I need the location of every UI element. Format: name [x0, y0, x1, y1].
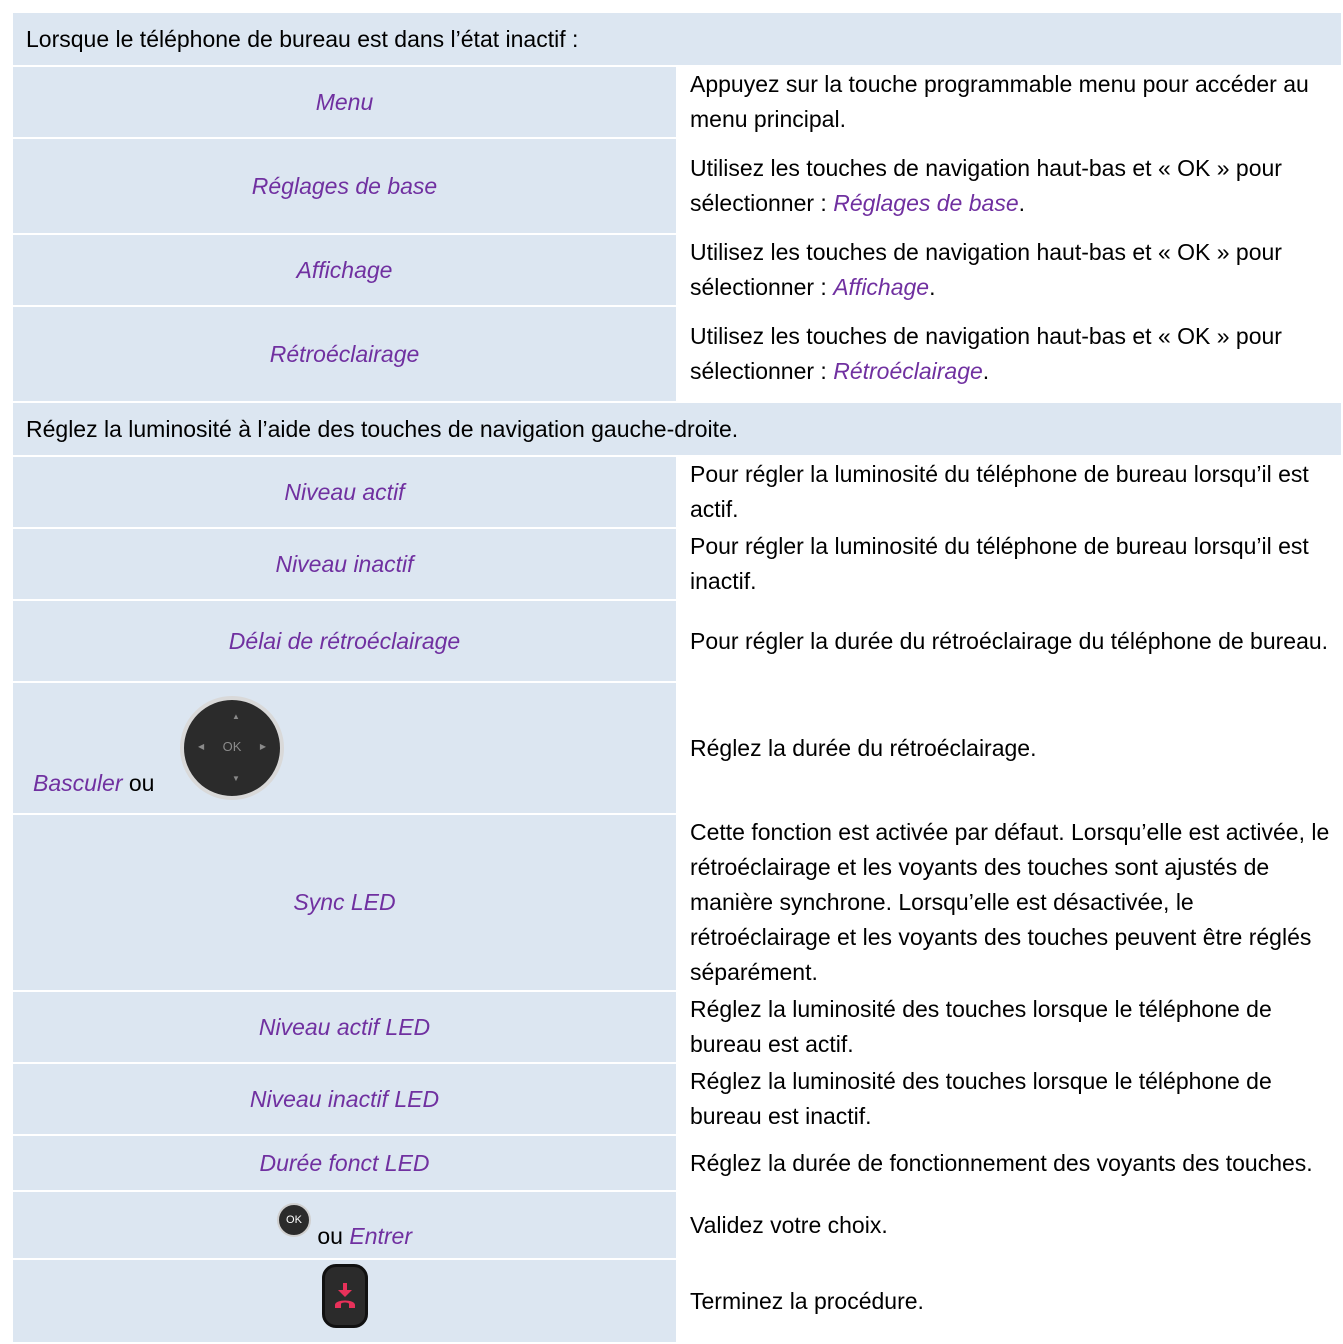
- step-label-menu: Menu: [11, 65, 678, 139]
- menu-item-reference: Réglages de base: [833, 190, 1019, 216]
- or-text: ou: [317, 1222, 343, 1249]
- toggle-label-group: Basculer ou: [33, 766, 154, 801]
- table-row: Niveau actif Pour régler la luminosité d…: [11, 455, 1343, 529]
- step-label-active-level: Niveau actif: [11, 455, 678, 529]
- step-label-backlight: Rétroéclairage: [11, 305, 678, 403]
- hang-up-arrow-icon: [334, 1283, 355, 1308]
- arrow-down-icon: ▼: [232, 774, 240, 783]
- step-label-backlight-delay: Délai de rétroéclairage: [11, 599, 678, 683]
- menu-item-reference: Affichage: [833, 274, 930, 300]
- section-header-brightness: Réglez la luminosité à l’aide des touche…: [11, 401, 1343, 457]
- step-label-enter: OK ou Entrer: [11, 1190, 678, 1260]
- step-label-inactive-level: Niveau inactif: [11, 527, 678, 601]
- ok-button-icon[interactable]: OK: [276, 1202, 311, 1237]
- step-description: Pour régler la durée du rétroéclairage d…: [676, 599, 1343, 683]
- table-row: Basculer ou ▲ ▼ ◀ ▶ OK Réglez la durée d…: [11, 681, 1343, 815]
- step-label-toggle: Basculer ou ▲ ▼ ◀ ▶ OK: [11, 681, 678, 815]
- step-label-led-duration: Durée fonct LED: [11, 1134, 678, 1192]
- step-description: Réglez la durée de fonctionnement des vo…: [676, 1134, 1343, 1192]
- table-row: Rétroéclairage Utilisez les touches de n…: [11, 305, 1343, 403]
- table-row: Sync LED Cette fonction est activée par …: [11, 813, 1343, 992]
- step-description: Réglez la durée du rétroéclairage.: [676, 681, 1343, 815]
- step-label-basic-settings: Réglages de base: [11, 137, 678, 235]
- section-header-idle: Lorsque le téléphone de bureau est dans …: [11, 11, 1343, 67]
- step-label-text: Délai de rétroéclairage: [228, 627, 461, 654]
- table-row: Niveau inactif Pour régler la luminosité…: [11, 527, 1343, 601]
- navigation-pad-icon[interactable]: ▲ ▼ ◀ ▶ OK: [180, 696, 284, 800]
- step-description: Terminez la procédure.: [676, 1258, 1343, 1344]
- step-description: Validez votre choix.: [676, 1190, 1343, 1260]
- step-label-display: Affichage: [11, 233, 678, 307]
- table-row: Délai de rétroéclairage Pour régler la d…: [11, 599, 1343, 683]
- menu-item-reference: Rétroéclairage: [833, 358, 983, 384]
- table-row: Terminez la procédure.: [11, 1258, 1343, 1344]
- step-description: Pour régler la luminosité du téléphone d…: [676, 527, 1343, 601]
- or-text: ou: [128, 770, 155, 796]
- step-description: Réglez la luminosité des touches lorsque…: [676, 1062, 1343, 1136]
- table-row: Niveau actif LED Réglez la luminosité de…: [11, 990, 1343, 1064]
- procedure-table: Lorsque le téléphone de bureau est dans …: [11, 11, 1343, 1344]
- toggle-label: Basculer: [33, 770, 123, 796]
- table-row: Affichage Utilisez les touches de naviga…: [11, 233, 1343, 307]
- step-description: Utilisez les touches de navigation haut-…: [676, 233, 1343, 307]
- step-description: Appuyez sur la touche programmable menu …: [676, 65, 1343, 139]
- step-label-hang-up: [11, 1258, 678, 1344]
- step-description: Cette fonction est activée par défaut. L…: [676, 813, 1343, 992]
- arrow-up-icon: ▲: [232, 712, 240, 721]
- step-label-sync-led: Sync LED: [11, 813, 678, 992]
- table-row: Menu Appuyez sur la touche programmable …: [11, 65, 1343, 139]
- table-row: Réglages de base Utilisez les touches de…: [11, 137, 1343, 235]
- step-description: Utilisez les touches de navigation haut-…: [676, 305, 1343, 403]
- navpad-ok-label: OK: [222, 739, 242, 754]
- table-row: OK ou Entrer Validez votre choix.: [11, 1190, 1343, 1260]
- hang-up-button-icon[interactable]: [321, 1264, 368, 1328]
- step-description: Utilisez les touches de navigation haut-…: [676, 137, 1343, 235]
- table-row: Durée fonct LED Réglez la durée de fonct…: [11, 1134, 1343, 1192]
- step-description: Pour régler la luminosité du téléphone d…: [676, 455, 1343, 529]
- step-description: Réglez la luminosité des touches lorsque…: [676, 990, 1343, 1064]
- table-row: Niveau inactif LED Réglez la luminosité …: [11, 1062, 1343, 1136]
- step-label-led-active-level: Niveau actif LED: [11, 990, 678, 1064]
- enter-label: Entrer: [349, 1222, 412, 1249]
- step-label-led-inactive-level: Niveau inactif LED: [11, 1062, 678, 1136]
